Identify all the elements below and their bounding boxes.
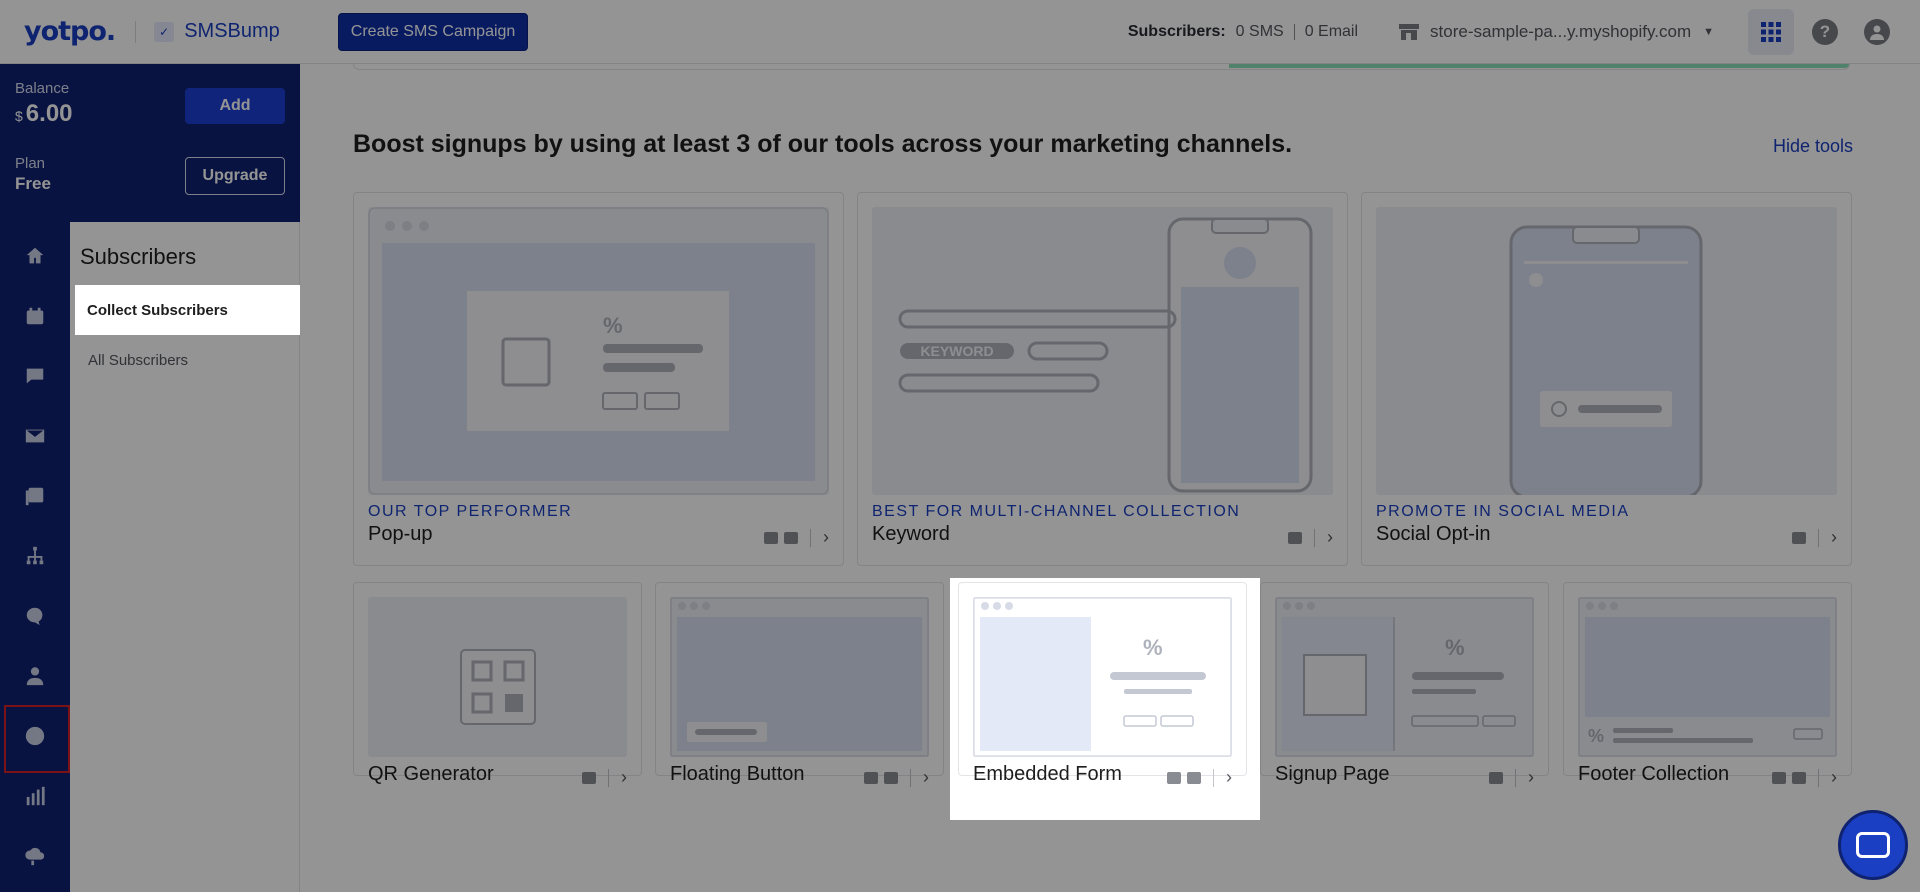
- chat-bubble-icon: [1856, 832, 1890, 858]
- subnav-item-collect-subscribers-label[interactable]: Collect Subscribers: [87, 302, 228, 319]
- overlay-dim-bottom: [0, 820, 1920, 892]
- chevron-right-icon: ›: [1226, 767, 1232, 787]
- tool-channels: ›: [1167, 767, 1232, 788]
- overlay-dim-left: [0, 578, 950, 820]
- embedded-illustration: %: [973, 597, 1232, 757]
- svg-text:%: %: [1143, 635, 1163, 660]
- subnav-spotlight: Collect Subscribers: [75, 285, 300, 335]
- tool-card-embedded-form[interactable]: % Embedded Form ›: [958, 582, 1247, 787]
- email-icon: [1167, 771, 1181, 784]
- sms-icon: [1187, 771, 1201, 784]
- tool-title: Embedded Form: [973, 763, 1122, 785]
- embedded-preview-image: %: [973, 597, 1232, 757]
- live-chat-button[interactable]: [1838, 810, 1908, 880]
- overlay-dim-right: [1260, 578, 1920, 820]
